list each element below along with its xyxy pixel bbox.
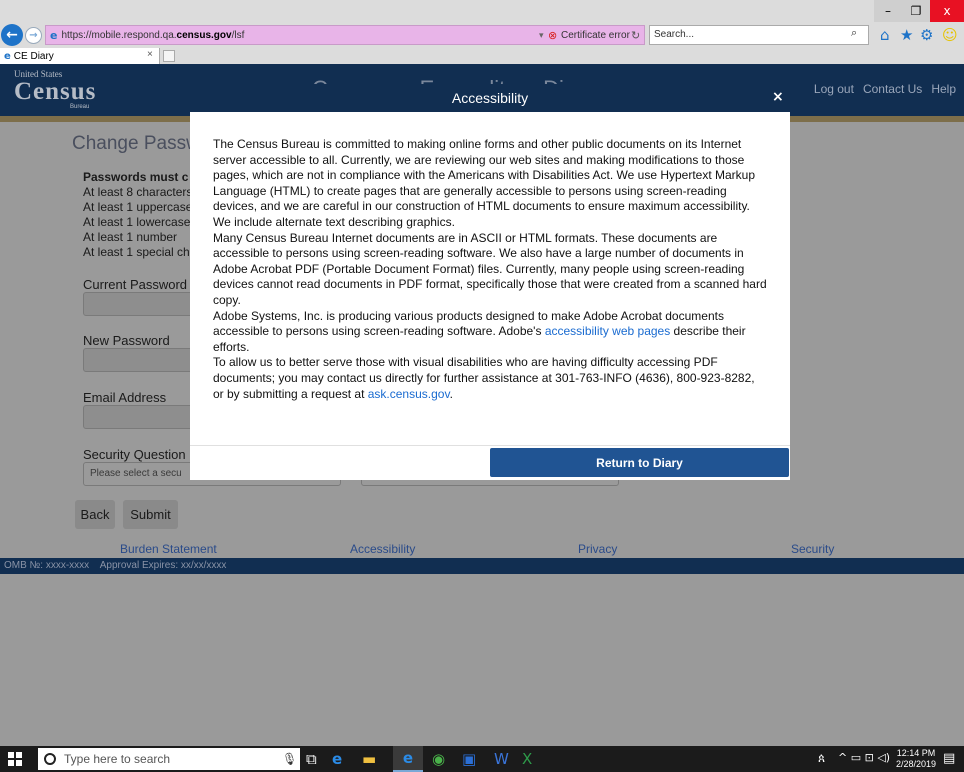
omb-text: OMB №: xxxx-xxxx Approval Expires: xx/xx…: [4, 560, 227, 571]
cortana-icon: [44, 753, 56, 765]
cert-error-label[interactable]: Certificate error: [561, 30, 630, 41]
rule-item: At least 8 characters: [83, 185, 193, 199]
edge-icon[interactable]: e: [332, 750, 342, 768]
modal-paragraph: To allow us to better serve those with v…: [213, 355, 768, 402]
modal-paragraph: Many Census Bureau Internet documents ar…: [213, 230, 767, 307]
logout-link[interactable]: Log out: [814, 82, 854, 96]
header-links: Log out Contact Us Help: [814, 82, 956, 96]
home-icon[interactable]: ⌂: [880, 26, 890, 44]
excel-icon[interactable]: X: [522, 750, 532, 768]
contact-us-link[interactable]: Contact Us: [863, 82, 922, 96]
rule-item: At least 1 lowercase: [83, 215, 191, 229]
smiley-icon[interactable]: ☺: [942, 26, 958, 44]
word-icon[interactable]: W: [494, 750, 509, 768]
modal-header: Accessibility ×: [190, 84, 790, 112]
chrome-icon[interactable]: ◉: [432, 750, 445, 768]
ie-page-icon: e: [50, 28, 58, 42]
system-tray-icons[interactable]: ^ ▭ ⊡ ◁): [838, 751, 890, 764]
clock-date: 2/28/2019: [896, 759, 937, 769]
page-empty-area: [0, 574, 964, 746]
security-question-label: Security Question: [83, 447, 186, 462]
omb-bar: OMB №: xxxx-xxxx Approval Expires: xx/xx…: [0, 558, 964, 574]
internet-explorer-icon[interactable]: e: [393, 746, 423, 772]
taskbar-search-placeholder: Type here to search: [64, 752, 171, 766]
current-password-label: Current Password: [83, 277, 188, 292]
modal-body: The Census Bureau is committed to making…: [213, 137, 768, 402]
windows-start-icon[interactable]: [8, 752, 22, 766]
modal-text: .: [449, 386, 453, 401]
tab-strip: e CE Diary ×: [0, 48, 964, 64]
modal-paragraph: The Census Bureau is committed to making…: [213, 137, 756, 229]
back-button[interactable]: Back: [75, 500, 115, 529]
rule-item: At least 1 number: [83, 230, 178, 244]
tab-title: CE Diary: [13, 50, 54, 62]
ask-census-link[interactable]: ask.census.gov: [368, 387, 450, 401]
chevron-down-icon[interactable]: ▾: [539, 30, 544, 41]
modal-paragraph: Adobe Systems, Inc. is producing various…: [213, 309, 768, 356]
help-link[interactable]: Help: [931, 82, 956, 96]
new-password-label: New Password: [83, 333, 170, 348]
modal-divider: [190, 445, 790, 446]
star-icon[interactable]: ★: [900, 26, 913, 44]
rule-item: At least 1 uppercase: [83, 200, 193, 214]
task-view-icon[interactable]: ⧉: [306, 750, 317, 768]
close-icon[interactable]: ×: [772, 89, 784, 105]
url-text: https://mobile.respond.qa.census.gov/lsf: [61, 29, 245, 41]
new-tab-button[interactable]: [163, 50, 175, 62]
microphone-icon[interactable]: 🎙: [282, 752, 297, 766]
return-to-diary-button[interactable]: Return to Diary: [490, 448, 789, 477]
minimize-button[interactable]: –: [874, 0, 902, 22]
accessibility-link[interactable]: Accessibility: [350, 542, 415, 556]
address-toolbar: ← → e https://mobile.respond.qa.census.g…: [0, 22, 964, 48]
people-icon[interactable]: ጰ: [818, 751, 825, 766]
close-window-button[interactable]: x: [930, 0, 964, 22]
file-explorer-icon[interactable]: ▬: [362, 750, 376, 768]
refresh-icon[interactable]: ↻: [631, 29, 640, 42]
submit-button[interactable]: Submit: [123, 500, 178, 529]
logo-census-text: Census: [14, 78, 97, 105]
accessibility-web-pages-link[interactable]: accessibility web pages: [545, 324, 670, 338]
cert-error-icon[interactable]: ⊗: [548, 29, 557, 42]
search-icon[interactable]: ⌕: [851, 27, 857, 40]
clock[interactable]: 12:14 PM 2/28/2019: [896, 748, 936, 770]
browser-search-input[interactable]: Search...: [649, 25, 869, 45]
modal-text: To allow us to better serve those with v…: [213, 355, 755, 401]
burden-statement-link[interactable]: Burden Statement: [120, 542, 217, 556]
footer-links: Burden Statement Accessibility Privacy S…: [0, 542, 964, 556]
gear-icon[interactable]: ⚙: [920, 26, 933, 44]
email-label: Email Address: [83, 390, 167, 405]
census-logo: United States Census Bureau: [14, 70, 97, 111]
notifications-icon[interactable]: ▤: [943, 751, 955, 766]
modal-title: Accessibility: [451, 90, 529, 106]
taskbar: Type here to search 🎙 ⧉ e ▬ e ◉ ▣ W X ጰ …: [0, 746, 964, 772]
tab-ce-diary[interactable]: e CE Diary ×: [0, 48, 160, 64]
accessibility-modal: Accessibility × The Census Bureau is com…: [190, 84, 790, 480]
page-title: Change Passw: [72, 133, 200, 154]
forward-arrow-icon[interactable]: →: [25, 27, 42, 44]
address-bar[interactable]: e https://mobile.respond.qa.census.gov/l…: [45, 25, 645, 45]
rule-item: At least 1 special ch: [83, 245, 190, 259]
ie-tab-icon: e: [4, 50, 11, 62]
privacy-link[interactable]: Privacy: [578, 542, 617, 556]
window-titlebar: – ❐ x: [0, 0, 964, 22]
security-link[interactable]: Security: [791, 542, 834, 556]
back-arrow-icon[interactable]: ←: [1, 24, 23, 46]
taskbar-search-input[interactable]: Type here to search 🎙: [38, 748, 300, 770]
tab-close-icon[interactable]: ×: [147, 49, 153, 60]
password-rules: Passwords must c At least 8 characters A…: [83, 170, 192, 260]
outlook-icon[interactable]: ▣: [462, 750, 476, 768]
clock-time: 12:14 PM: [896, 748, 936, 758]
rules-heading: Passwords must c: [83, 170, 189, 184]
maximize-button[interactable]: ❐: [902, 0, 930, 22]
